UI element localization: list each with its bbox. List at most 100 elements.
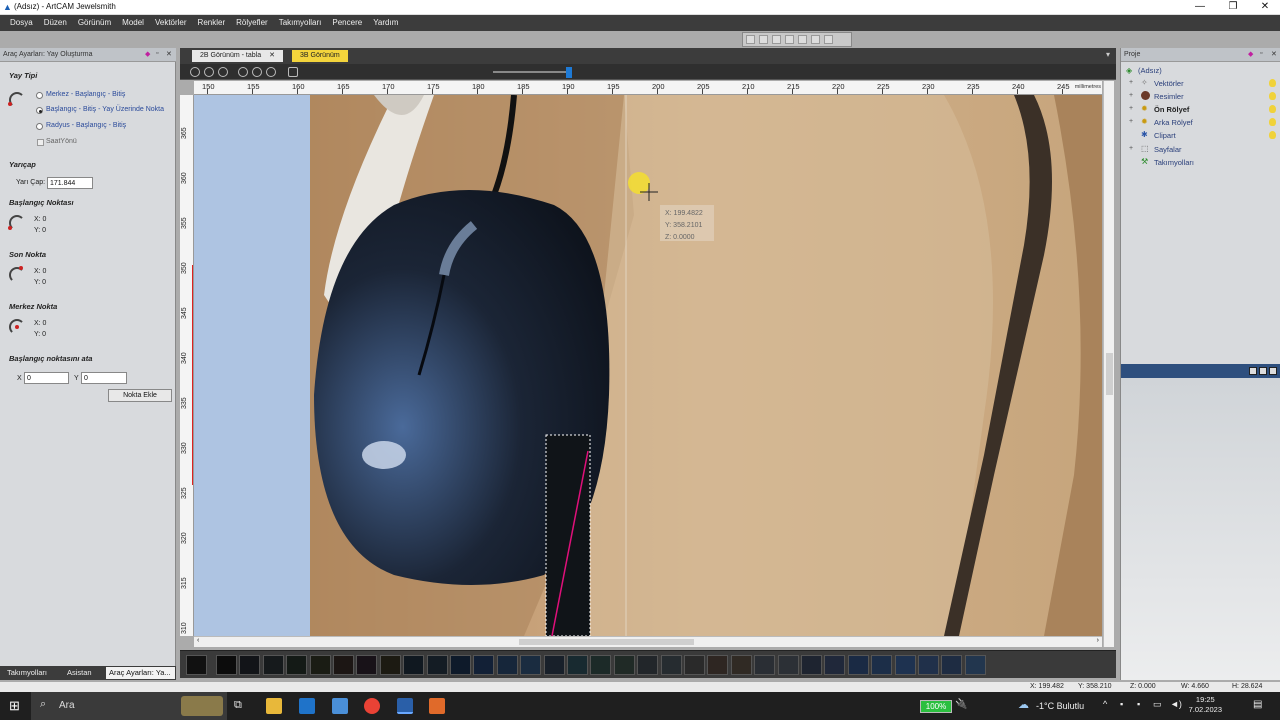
2d-view-canvas[interactable]: X: 199.4822 Y: 358.2101 Z: 0.0000	[194, 95, 1102, 636]
zoom-box-icon[interactable]	[218, 67, 228, 77]
tray-icon[interactable]: ▪	[1120, 699, 1123, 709]
palette-swatch[interactable]	[707, 655, 729, 675]
pan-icon[interactable]	[266, 67, 276, 77]
visibility-bulb-icon[interactable]	[1269, 118, 1276, 126]
refresh-icon[interactable]	[288, 67, 298, 77]
tab-3d-view[interactable]: 3B Görünüm	[292, 50, 348, 62]
tree-root[interactable]: (Adsız)	[1138, 66, 1162, 75]
file-explorer-icon[interactable]	[266, 698, 282, 714]
option-radius-start-end[interactable]: Radyus - Başlangıç - Bitiş	[46, 122, 126, 129]
tool-icon[interactable]	[759, 35, 768, 44]
palette-swatch[interactable]	[333, 655, 354, 675]
maximize-button[interactable]: ❐	[1216, 0, 1250, 15]
horizontal-scrollbar[interactable]: ‹ ›	[194, 636, 1102, 647]
taskbar-search[interactable]: ⌕ Ara	[31, 692, 227, 720]
close-icon[interactable]	[1269, 367, 1277, 375]
palette-swatch[interactable]	[754, 655, 776, 675]
float-icon[interactable]: ▫	[156, 50, 158, 57]
chrome-icon[interactable]	[364, 698, 380, 714]
menu-renkler[interactable]: Renkler	[192, 15, 231, 27]
float-icon[interactable]: ▫	[1260, 50, 1262, 57]
minimize-button[interactable]: —	[1183, 0, 1217, 15]
vertical-scrollbar[interactable]	[1103, 81, 1114, 647]
palette-swatch[interactable]	[684, 655, 705, 675]
tree-arka-rolyef[interactable]: Arka Rölyef	[1154, 118, 1193, 127]
palette-swatch[interactable]	[186, 655, 207, 675]
tree-sayfalar[interactable]: Sayfalar	[1154, 145, 1182, 154]
zoom-out-icon[interactable]	[204, 67, 214, 77]
pin-icon[interactable]: ◆	[1248, 50, 1253, 58]
panel-close-icon[interactable]: ✕	[166, 50, 172, 58]
tool-icon[interactable]	[785, 35, 794, 44]
tab-close-icon[interactable]: ✕	[269, 52, 275, 59]
palette-swatch[interactable]	[567, 655, 588, 675]
menu-yardim[interactable]: Yardım	[367, 15, 403, 27]
tool-icon[interactable]	[798, 35, 807, 44]
clockwise-checkbox[interactable]	[37, 139, 44, 146]
menu-model[interactable]: Model	[116, 15, 149, 27]
palette-swatch[interactable]	[871, 655, 893, 675]
horizontal-scroll-thumb[interactable]	[519, 639, 694, 645]
chevron-up-icon[interactable]: ^	[1103, 699, 1107, 709]
tree-resimler[interactable]: Resimler	[1154, 92, 1184, 101]
palette-swatch[interactable]	[613, 655, 635, 675]
expand-icon[interactable]: +	[1129, 118, 1133, 125]
zoom-slider-handle[interactable]	[566, 67, 572, 78]
tree-takimyollari[interactable]: Takımyolları	[1154, 158, 1194, 167]
y-input[interactable]: 0	[81, 372, 127, 384]
radio-center-start-end[interactable]	[36, 92, 43, 99]
tree-vektorler[interactable]: Vektörler	[1154, 79, 1184, 88]
tray-icon[interactable]: ▪	[1137, 699, 1140, 709]
expand-icon[interactable]: +	[1129, 79, 1133, 86]
radius-input[interactable]: 171.844	[47, 177, 93, 189]
tab-asistan[interactable]: Asistan	[64, 668, 95, 677]
palette-swatch[interactable]	[262, 655, 284, 675]
expand-icon[interactable]: +	[1129, 92, 1133, 99]
battery-indicator[interactable]: 100%	[920, 700, 952, 713]
tab-2d-view[interactable]: 2B Görünüm - tabla ✕	[192, 50, 283, 62]
menu-vektorler[interactable]: Vektörler	[149, 15, 192, 27]
palette-swatch[interactable]	[379, 655, 401, 675]
mail-icon[interactable]	[299, 698, 315, 714]
windows-start-icon[interactable]: ⊞	[9, 698, 20, 714]
palette-swatch[interactable]	[964, 655, 986, 675]
palette-swatch[interactable]	[637, 655, 659, 675]
zoom-fit-icon[interactable]	[238, 67, 248, 77]
tool-icon[interactable]	[772, 35, 781, 44]
palette-swatch[interactable]	[239, 655, 261, 675]
palette-swatch[interactable]	[847, 655, 869, 675]
palette-swatch[interactable]	[286, 655, 308, 675]
palette-swatch[interactable]	[473, 655, 495, 675]
zoom-in-icon[interactable]	[190, 67, 200, 77]
option-start-end-point[interactable]: Başlangıç - Bitiş - Yay Üzerinde Nokta	[46, 106, 164, 113]
power-icon[interactable]: 🔌	[955, 699, 967, 710]
tool-icon[interactable]	[746, 35, 755, 44]
task-view-icon[interactable]: ⧉	[234, 699, 242, 712]
menu-dosya[interactable]: Dosya	[0, 15, 38, 27]
add-point-button[interactable]: Nokta Ekle	[108, 389, 172, 402]
expand-icon[interactable]: +	[1129, 145, 1133, 152]
chevron-down-icon[interactable]: ▾	[1106, 50, 1110, 59]
notifications-icon[interactable]: ▤	[1253, 699, 1262, 710]
palette-swatch[interactable]	[496, 655, 518, 675]
palette-swatch[interactable]	[941, 655, 963, 675]
option-center-start-end[interactable]: Merkez - Başlangıç - Bitiş	[46, 91, 125, 98]
palette-swatch[interactable]	[520, 655, 542, 675]
palette-swatch[interactable]	[918, 655, 939, 675]
tool-icon[interactable]	[824, 35, 833, 44]
pin-icon[interactable]: ◆	[145, 50, 150, 58]
palette-swatch[interactable]	[590, 655, 612, 675]
menu-rolyefler[interactable]: Rölyefler	[230, 15, 273, 27]
tab-takimyollari[interactable]: Takımyolları	[4, 668, 50, 677]
visibility-bulb-icon[interactable]	[1269, 105, 1276, 113]
palette-swatch[interactable]	[356, 655, 378, 675]
radio-radius-start-end[interactable]	[36, 123, 43, 130]
visibility-bulb-icon[interactable]	[1269, 79, 1276, 87]
palette-swatch[interactable]	[660, 655, 682, 675]
tool-icon[interactable]	[811, 35, 820, 44]
recorder-icon[interactable]	[429, 698, 445, 714]
taskbar-clock[interactable]: 19:25 7.02.2023	[1189, 695, 1222, 715]
volume-icon[interactable]: ◄)	[1170, 699, 1182, 709]
palette-swatch[interactable]	[824, 655, 846, 675]
visibility-bulb-icon[interactable]	[1269, 92, 1276, 100]
